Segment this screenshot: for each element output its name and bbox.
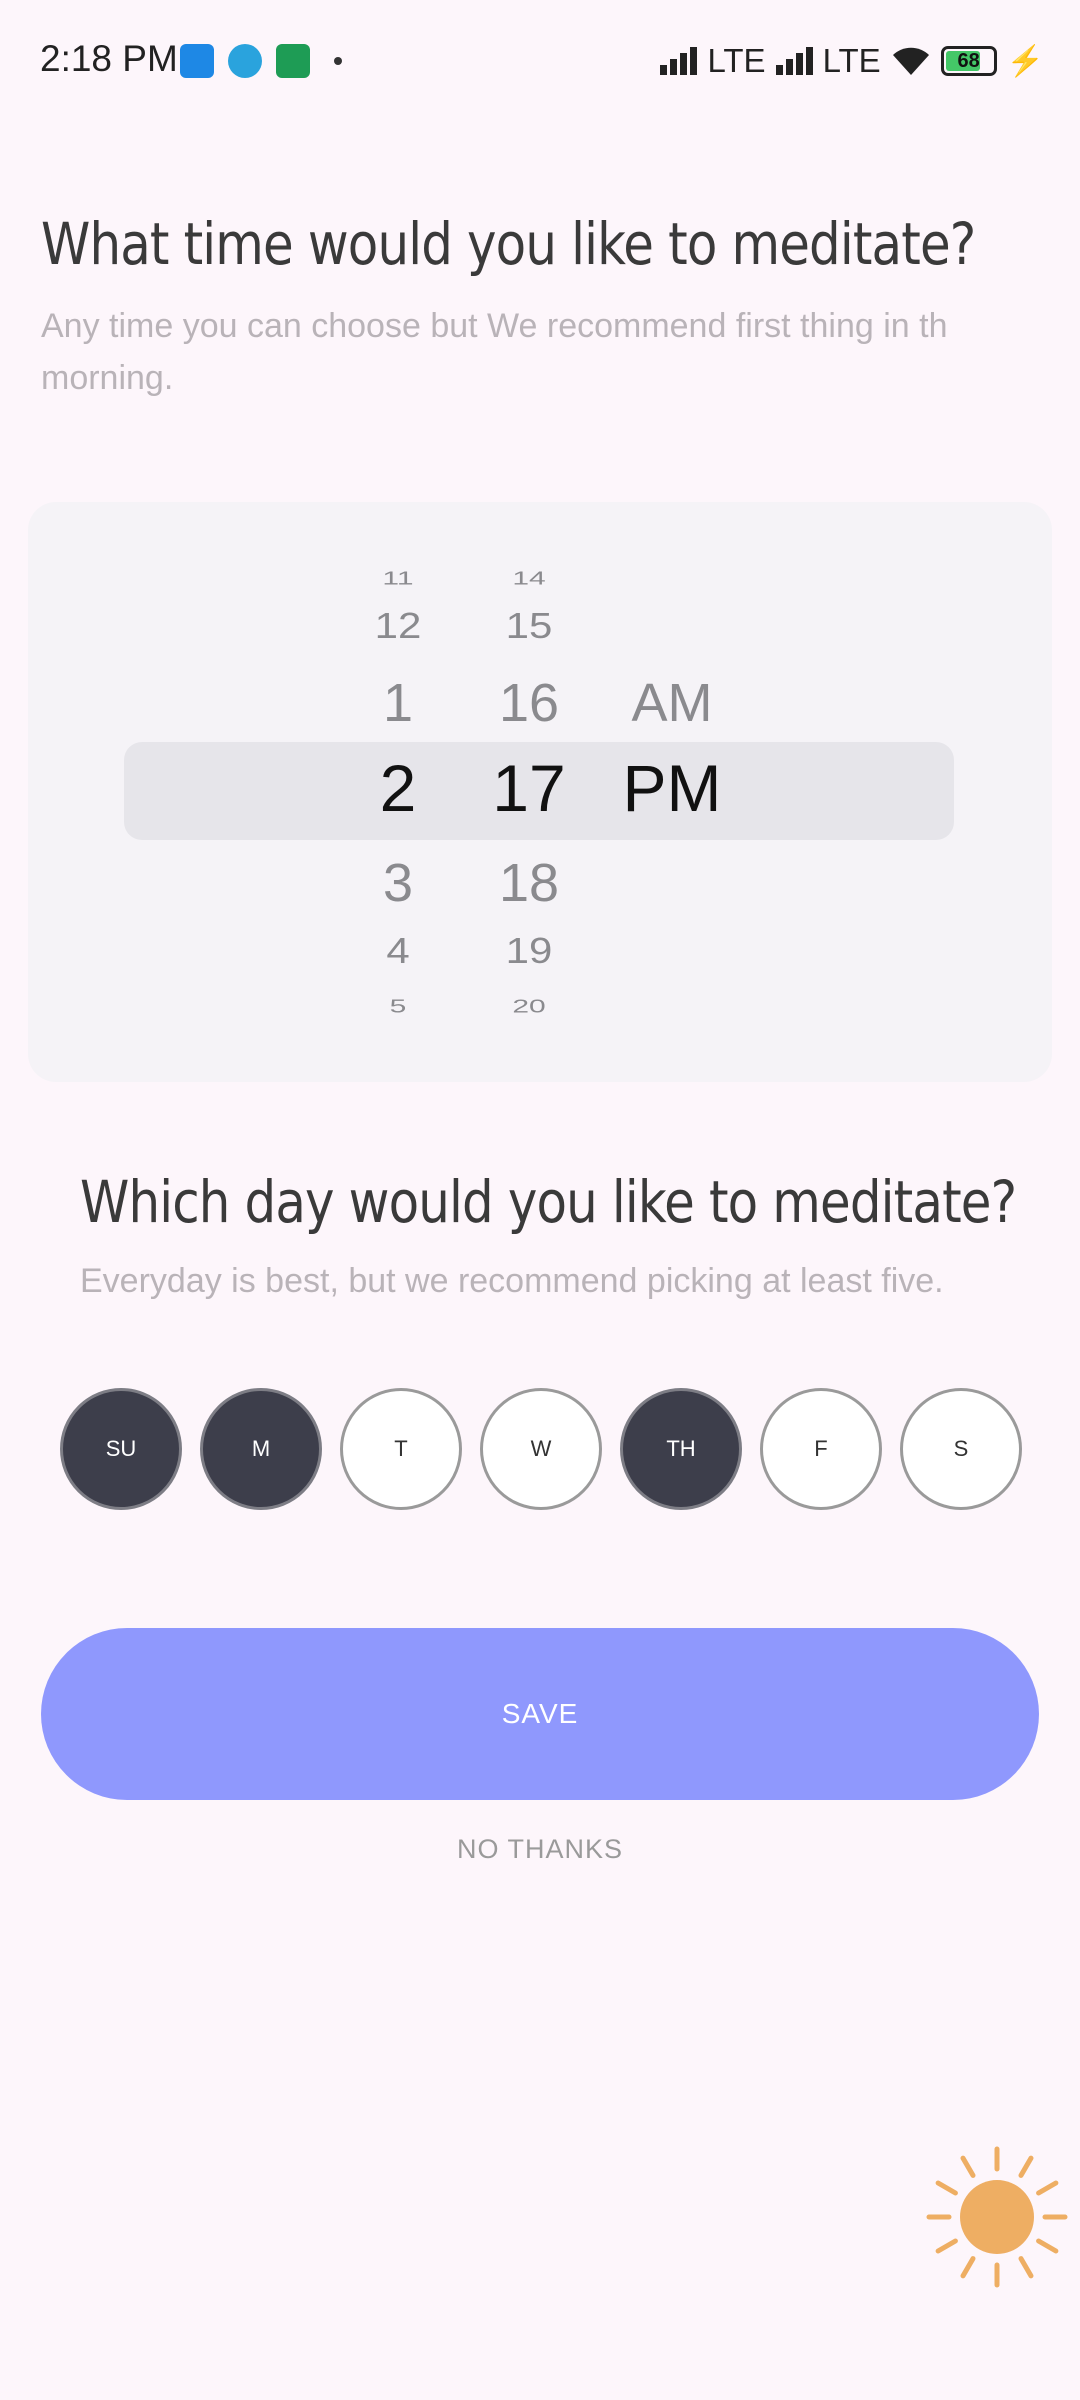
minutes-option[interactable]: 17 — [459, 750, 599, 826]
periods-option[interactable]: PM — [602, 750, 742, 826]
day-toggle-w[interactable]: W — [480, 1388, 602, 1510]
minutes-option[interactable]: 20 — [459, 997, 599, 1017]
book-icon — [276, 44, 310, 78]
battery-level: 68 — [957, 49, 980, 72]
minutes-option[interactable]: 19 — [459, 931, 599, 972]
signal-icon — [660, 47, 698, 75]
status-bar: 2:18 PM LTE LTE 68 ⚡ — [0, 0, 1080, 128]
time-question-subtitle: Any time you can choose but We recommend… — [41, 307, 948, 397]
minutes-option[interactable]: 14 — [459, 569, 599, 589]
hours-option[interactable]: 1 — [328, 672, 468, 734]
time-picker[interactable]: 11 12 1 2 3 4 5 14 15 16 17 18 19 20 AM PM — [28, 502, 1052, 1082]
sun-icon — [926, 2146, 1068, 2288]
signal-icon-2 — [775, 47, 813, 75]
periods-option[interactable]: AM — [602, 672, 742, 734]
wifi-icon — [892, 47, 929, 75]
time-question-title: What time would you like to meditate? — [41, 210, 976, 278]
day-selector: SU M T W TH F S — [60, 1388, 1022, 1510]
app-notification-icon — [180, 44, 214, 78]
status-time: 2:18 PM — [40, 38, 178, 79]
status-right: LTE LTE 68 ⚡ — [660, 42, 1044, 80]
day-toggle-th[interactable]: TH — [620, 1388, 742, 1510]
hours-option[interactable]: 3 — [328, 852, 468, 914]
no-thanks-link[interactable]: NO THANKS — [0, 1834, 1080, 1865]
day-toggle-su[interactable]: SU — [60, 1388, 182, 1510]
day-toggle-m[interactable]: M — [200, 1388, 322, 1510]
day-toggle-s[interactable]: S — [900, 1388, 1022, 1510]
day-toggle-t[interactable]: T — [340, 1388, 462, 1510]
minutes-option[interactable]: 15 — [459, 606, 599, 647]
day-toggle-f[interactable]: F — [760, 1388, 882, 1510]
save-button[interactable]: SAVE — [41, 1628, 1039, 1800]
minutes-option[interactable]: 16 — [459, 672, 599, 734]
notification-icons — [180, 44, 342, 78]
day-question-title: Which day would you like to meditate? — [80, 1168, 1017, 1236]
hours-option[interactable]: 12 — [328, 606, 468, 647]
hours-option[interactable]: 11 — [328, 569, 468, 589]
more-notifications-dot-icon — [334, 57, 342, 65]
battery-icon: 68 — [940, 46, 997, 76]
minutes-option[interactable]: 18 — [459, 852, 599, 914]
charging-icon: ⚡ — [1006, 44, 1044, 78]
day-question-subtitle: Everyday is best, but we recommend picki… — [80, 1262, 944, 1300]
telegram-icon — [228, 44, 262, 78]
network-type-1: LTE — [707, 42, 766, 79]
network-type-2: LTE — [822, 42, 881, 79]
hours-option[interactable]: 2 — [328, 750, 468, 826]
hours-option[interactable]: 4 — [328, 931, 468, 972]
hours-option[interactable]: 5 — [328, 997, 468, 1017]
